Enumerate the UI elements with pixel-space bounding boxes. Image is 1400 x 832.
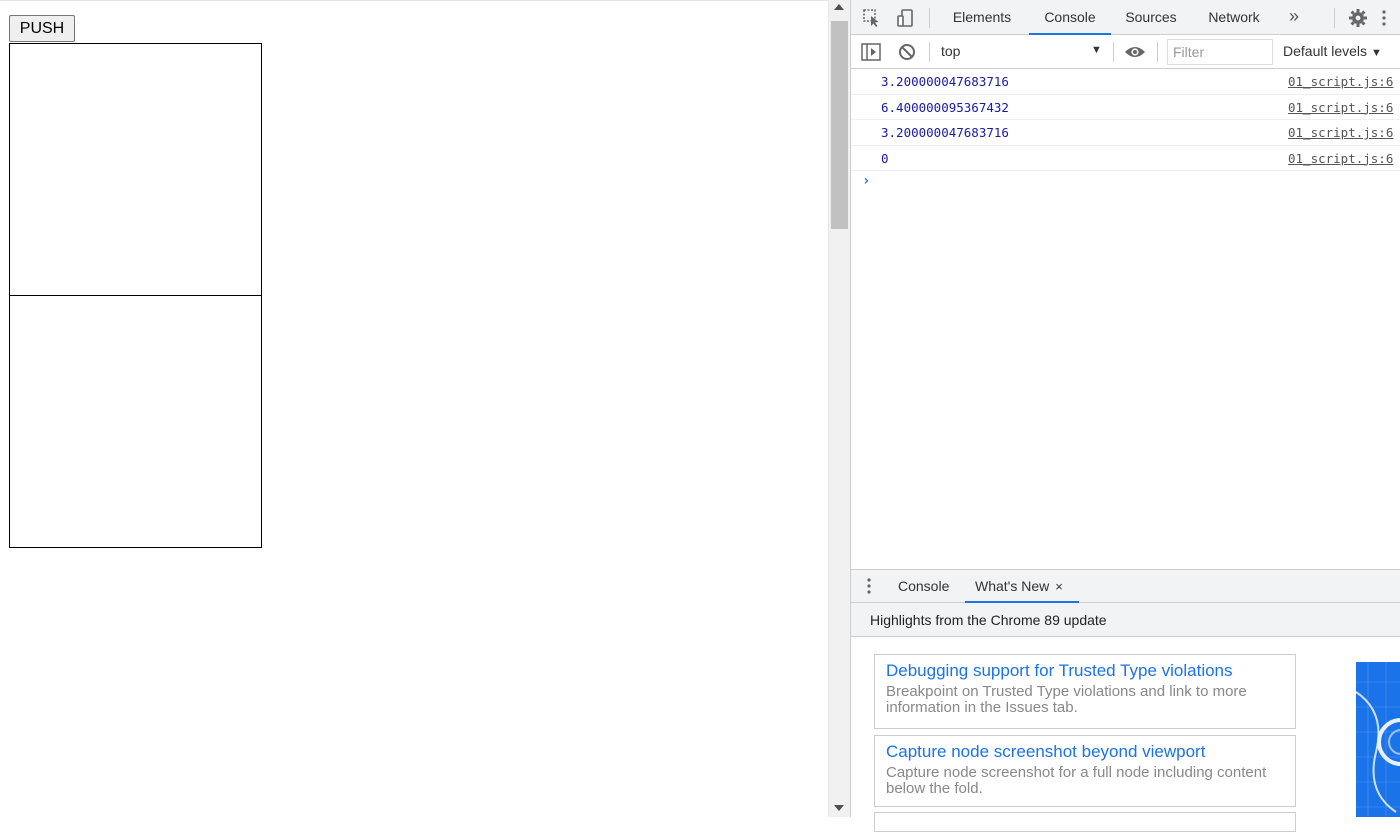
context-dropdown-arrow-icon[interactable]: ▼: [1091, 44, 1102, 56]
tab-console[interactable]: Console: [1029, 0, 1111, 35]
devtools-panel: Elements Console Sources Network » top ▼…: [850, 0, 1400, 832]
live-expression-eye-icon[interactable]: [1123, 40, 1147, 64]
feature-title-link[interactable]: Debugging support for Trusted Type viola…: [886, 660, 1284, 682]
console-prompt-chevron-icon[interactable]: ›: [862, 173, 870, 189]
console-source-link[interactable]: 01_script.js:6: [1288, 125, 1393, 140]
close-icon[interactable]: ×: [1055, 579, 1063, 594]
console-message-row: 6.400000095367432 01_script.js:6: [851, 95, 1400, 120]
drawer-toolbar: Console What's New ×: [851, 569, 1400, 603]
console-toolbar: top ▼ Default levels▼: [851, 35, 1400, 69]
console-message-row: 0 01_script.js:6: [851, 146, 1400, 171]
context-selector[interactable]: top: [941, 43, 960, 59]
console-source-link[interactable]: 01_script.js:6: [1288, 151, 1393, 166]
device-toolbar-icon[interactable]: [893, 6, 917, 30]
kebab-menu-icon[interactable]: [1376, 6, 1392, 30]
feature-card[interactable]: Capture node screenshot beyond viewport …: [874, 735, 1296, 807]
show-sidebar-icon[interactable]: [859, 40, 883, 64]
settings-gear-icon[interactable]: [1346, 6, 1370, 30]
more-tabs-icon[interactable]: »: [1281, 0, 1307, 35]
drawer-tab-console[interactable]: Console: [898, 570, 949, 603]
page-viewport: PUSH: [0, 0, 828, 817]
clear-console-icon[interactable]: [895, 40, 919, 64]
box-top: [9, 43, 262, 296]
console-value: 6.400000095367432: [881, 99, 1009, 115]
console-value: 3.200000047683716: [881, 74, 1009, 89]
console-messages: 3.200000047683716 01_script.js:6 6.40000…: [851, 69, 1400, 569]
levels-dropdown-arrow-icon: ▼: [1371, 47, 1382, 59]
feature-description: Breakpoint on Trusted Type violations an…: [886, 683, 1247, 716]
scroll-up-arrow-icon[interactable]: [834, 4, 844, 10]
whats-new-heading: Highlights from the Chrome 89 update: [870, 612, 1107, 628]
filter-input[interactable]: [1167, 39, 1273, 65]
whats-new-illustration: [1356, 662, 1400, 817]
scroll-down-arrow-icon[interactable]: [834, 805, 844, 811]
devtools-main-toolbar: Elements Console Sources Network »: [851, 0, 1400, 35]
whats-new-header: Highlights from the Chrome 89 update: [851, 603, 1400, 637]
tab-sources[interactable]: Sources: [1113, 0, 1189, 35]
feature-title-link[interactable]: Capture node screenshot beyond viewport: [886, 741, 1284, 763]
console-message-row: 3.200000047683716 01_script.js:6: [851, 69, 1400, 95]
tab-network[interactable]: Network: [1193, 0, 1275, 35]
inspect-element-icon[interactable]: [860, 6, 884, 30]
page-scrollbar[interactable]: [828, 0, 850, 817]
feature-description: Capture node screenshot for a full node …: [886, 764, 1267, 797]
console-source-link[interactable]: 01_script.js:6: [1288, 100, 1393, 115]
console-message-row: 3.200000047683716 01_script.js:6: [851, 120, 1400, 146]
log-levels-label: Default levels: [1283, 43, 1368, 59]
feature-card[interactable]: Debugging support for Trusted Type viola…: [874, 654, 1296, 729]
console-source-link[interactable]: 01_script.js:6: [1288, 74, 1393, 89]
feature-card-partial[interactable]: [874, 812, 1296, 832]
console-value: 3.200000047683716: [881, 125, 1009, 140]
log-levels-dropdown[interactable]: Default levels ▼: [1283, 43, 1382, 59]
box-bottom: [9, 295, 262, 548]
console-value: 0: [881, 150, 889, 166]
push-button[interactable]: PUSH: [9, 15, 75, 42]
tab-elements[interactable]: Elements: [939, 0, 1025, 35]
scrollbar-thumb[interactable]: [831, 21, 848, 229]
drawer-menu-icon[interactable]: [867, 578, 871, 598]
drawer-tab-whats-new[interactable]: What's New ×: [965, 570, 1079, 603]
drawer-tab-whats-new-label: What's New: [975, 578, 1050, 594]
